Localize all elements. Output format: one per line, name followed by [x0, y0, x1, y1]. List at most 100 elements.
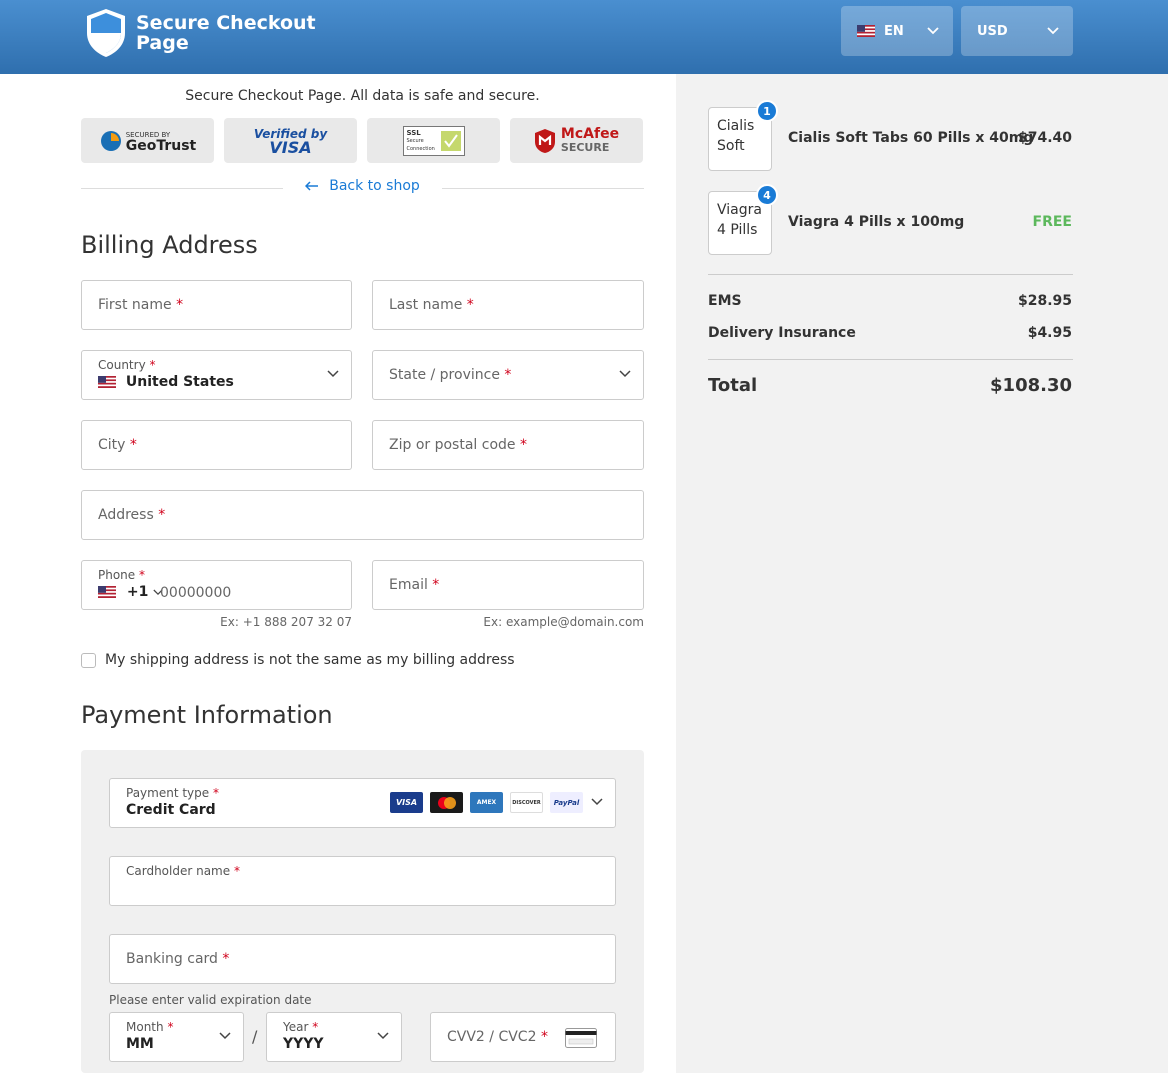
chevron-down-icon: [927, 27, 939, 35]
back-row: Back to shop: [81, 178, 644, 198]
language-select[interactable]: EN: [841, 6, 953, 56]
email-hint: Ex: example@domain.com: [483, 615, 644, 629]
us-flag-icon: [857, 25, 875, 37]
secure-notice: Secure Checkout Page. All data is safe a…: [185, 88, 540, 104]
year-value: YYYY: [283, 1036, 324, 1052]
expiry-separator: /: [252, 1027, 258, 1046]
last-name-field[interactable]: Last name *: [372, 280, 644, 330]
ssl-badge-top: SSL: [406, 128, 421, 137]
payment-heading: Payment Information: [81, 701, 333, 729]
country-label: Country *: [98, 358, 156, 372]
banking-card-placeholder: Banking card *: [126, 951, 230, 967]
state-placeholder: State / province *: [389, 367, 512, 383]
logo-title: Secure Checkout Page: [136, 13, 316, 53]
mcafee-top: McAfee: [560, 125, 620, 142]
phone-hint: Ex: +1 888 207 32 07: [220, 615, 352, 629]
cardholder-label: Cardholder name *: [126, 864, 240, 878]
zip-field[interactable]: Zip or postal code *: [372, 420, 644, 470]
chevron-down-icon: [219, 1032, 231, 1040]
mcafee-badge: McAfee SECURE: [510, 118, 643, 163]
order-item-price: $74.40: [1017, 130, 1072, 146]
shipping-label: EMS: [708, 293, 742, 309]
phone-country-code[interactable]: +1: [98, 584, 163, 600]
email-placeholder: Email *: [389, 577, 440, 593]
mcafee-bottom: SECURE: [560, 140, 610, 154]
chevron-down-icon: [377, 1032, 389, 1040]
insurance-label: Delivery Insurance: [708, 325, 856, 341]
ssl-badge-bottom: Secure Connection: [406, 137, 435, 152]
quantity-badge: 1: [756, 100, 778, 122]
shipping-different-label[interactable]: My shipping address is not the same as m…: [105, 652, 515, 668]
total-label: Total: [708, 375, 758, 396]
insurance-price: $4.95: [1027, 325, 1072, 341]
last-name-placeholder: Last name *: [389, 297, 474, 313]
order-item-name: Cialis Soft Tabs 60 Pills x 40mg: [788, 130, 1034, 146]
verified-by-visa-badge: Verified by VISA: [224, 118, 357, 163]
paypal-icon: PayPal: [550, 792, 583, 813]
order-item-name: Viagra 4 Pills x 100mg: [788, 214, 965, 230]
country-value: United States: [98, 374, 234, 390]
logo-title-line1: Secure Checkout: [136, 12, 316, 34]
chevron-down-icon: [591, 798, 603, 806]
back-to-shop-link[interactable]: Back to shop: [81, 178, 644, 194]
state-select[interactable]: State / province *: [372, 350, 644, 400]
shipping-price: $28.95: [1017, 293, 1072, 309]
quantity-badge: 4: [756, 184, 778, 206]
mastercard-icon: [430, 792, 463, 813]
expiry-hint: Please enter valid expiration date: [109, 993, 312, 1007]
year-label: Year *: [283, 1020, 319, 1034]
us-flag-icon: [98, 586, 116, 598]
divider: [708, 359, 1073, 360]
banking-card-field[interactable]: Banking card *: [109, 934, 616, 984]
country-select[interactable]: Country * United States: [81, 350, 352, 400]
amex-card-icon: AMEX: [470, 792, 503, 813]
city-field[interactable]: City *: [81, 420, 352, 470]
cardholder-name-field[interactable]: Cardholder name *: [109, 856, 616, 906]
geotrust-logo-icon: [100, 130, 121, 151]
cvv-field[interactable]: CVV2 / CVC2 *: [430, 1012, 616, 1062]
first-name-field[interactable]: First name *: [81, 280, 352, 330]
currency-value: USD: [977, 23, 1008, 39]
cvv-placeholder: CVV2 / CVC2 *: [447, 1029, 548, 1045]
site-logo[interactable]: Secure Checkout Page: [84, 7, 316, 59]
back-to-shop-label: Back to shop: [329, 178, 420, 194]
order-item-price: FREE: [1032, 214, 1072, 230]
shipping-different-checkbox[interactable]: [81, 653, 96, 668]
address-field[interactable]: Address *: [81, 490, 644, 540]
shield-icon: [87, 9, 125, 57]
total-price: $108.30: [990, 375, 1072, 396]
visa-badge-bottom: VISA: [269, 137, 312, 157]
ssl-badge: SSL Secure Connection: [367, 118, 500, 163]
month-label: Month *: [126, 1020, 174, 1034]
chevron-down-icon: [1047, 27, 1059, 35]
us-flag-icon: [98, 376, 116, 388]
logo-title-line2: Page: [136, 32, 189, 54]
month-value: MM: [126, 1036, 154, 1052]
chevron-down-icon: [327, 370, 339, 378]
zip-placeholder: Zip or postal code *: [389, 437, 527, 453]
payment-type-value: Credit Card: [126, 802, 216, 818]
cvv-card-icon: [565, 1028, 597, 1048]
arrow-left-icon: [305, 181, 319, 191]
billing-heading: Billing Address: [81, 231, 258, 259]
geotrust-badge: SECURED BY GeoTrust: [81, 118, 214, 163]
language-value: EN: [884, 23, 904, 39]
month-select[interactable]: Month * MM: [109, 1012, 244, 1062]
visa-card-icon: VISA: [390, 792, 423, 813]
email-field[interactable]: Email *: [372, 560, 644, 610]
address-placeholder: Address *: [98, 507, 166, 523]
year-select[interactable]: Year * YYYY: [266, 1012, 402, 1062]
currency-select[interactable]: USD: [961, 6, 1073, 56]
header-bar: Secure Checkout Page EN USD: [0, 0, 1168, 74]
divider: [708, 274, 1073, 275]
payment-type-label: Payment type *: [126, 786, 219, 800]
geotrust-text: GeoTrust: [125, 137, 197, 154]
phone-label: Phone *: [98, 568, 145, 582]
mcafee-shield-icon: [534, 128, 555, 153]
discover-card-icon: DISCOVER: [510, 792, 543, 813]
phone-field[interactable]: Phone * +1 00000000: [81, 560, 352, 610]
city-placeholder: City *: [98, 437, 137, 453]
first-name-placeholder: First name *: [98, 297, 184, 313]
phone-placeholder: 00000000: [160, 585, 232, 601]
check-icon: [440, 130, 461, 151]
